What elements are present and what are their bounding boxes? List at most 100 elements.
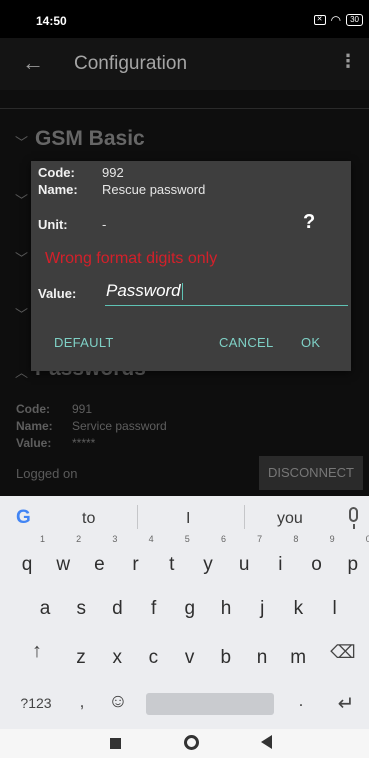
dialog-name-value: Rescue password	[102, 182, 206, 197]
recents-icon[interactable]	[110, 738, 121, 749]
key-r[interactable]: r4	[119, 535, 153, 584]
shift-key-icon[interactable]: ↑	[22, 640, 52, 663]
key-hint: 8	[293, 534, 299, 544]
chevron-down-icon[interactable]: ﹀	[15, 248, 28, 267]
dialog-unit-label: Unit:	[38, 217, 68, 232]
battery-icon: 30	[346, 14, 363, 26]
enter-key-icon[interactable]: ↵	[333, 691, 359, 716]
back-arrow-icon[interactable]: ←	[22, 50, 44, 76]
app-bar: ← Configuration ⋮	[0, 38, 369, 90]
back-icon[interactable]	[261, 735, 272, 749]
emoji-key-icon[interactable]: ☺	[106, 691, 130, 713]
row-code-value: 991	[72, 402, 93, 416]
dialog-code-label: Code:	[38, 165, 75, 180]
key-hint: 9	[329, 534, 335, 544]
key-o[interactable]: o9	[300, 535, 334, 584]
key-g[interactable]: g	[173, 590, 207, 628]
key-c[interactable]: c	[136, 639, 170, 677]
dialog-unit-value: -	[102, 217, 107, 232]
key-hint: 4	[148, 534, 154, 544]
sim-icon: ✕	[313, 15, 326, 25]
row-value-value: *****	[72, 436, 96, 450]
disconnect-button[interactable]: DISCONNECT	[259, 456, 363, 490]
key-j[interactable]: j	[245, 590, 279, 628]
key-f[interactable]: f	[137, 590, 171, 628]
key-i[interactable]: i8	[263, 535, 298, 584]
system-nav-bar	[0, 729, 369, 758]
key-h[interactable]: h	[209, 590, 243, 628]
key-k[interactable]: k	[281, 590, 315, 628]
key-y[interactable]: y6	[191, 535, 226, 584]
help-icon[interactable]: ?	[303, 211, 315, 234]
overflow-menu-icon[interactable]: ⋮	[339, 51, 357, 72]
suggestion-item[interactable]: I	[186, 510, 190, 528]
suggestion-bar: G to I you	[0, 496, 369, 538]
key-z[interactable]: z	[64, 639, 98, 677]
google-icon[interactable]: G	[16, 507, 31, 529]
dialog-code-value: 992	[102, 165, 124, 180]
row-name-value: Service password	[72, 419, 167, 433]
key-u[interactable]: u7	[227, 535, 262, 584]
suggestion-item[interactable]: to	[82, 510, 95, 528]
key-w[interactable]: w2	[46, 535, 81, 584]
edit-value-dialog: Code: 992 Name: Rescue password Unit: - …	[31, 161, 351, 371]
space-bar[interactable]	[146, 693, 274, 715]
value-input[interactable]: Password	[105, 281, 348, 306]
key-d[interactable]: d	[100, 590, 134, 628]
key-t[interactable]: t5	[155, 535, 190, 584]
default-button[interactable]: DEFAULT	[54, 335, 114, 350]
chevron-down-icon[interactable]: ﹀	[15, 190, 28, 209]
row-code: Code: 991	[16, 402, 92, 416]
key-hint: 2	[76, 534, 82, 544]
dialog-name-label: Name:	[38, 182, 78, 197]
chevron-down-icon[interactable]: ﹀	[15, 132, 28, 151]
wifi-icon: ◠	[330, 13, 342, 27]
key-v[interactable]: v	[173, 639, 207, 677]
page-title: Configuration	[74, 53, 188, 74]
key-hint: 7	[257, 534, 263, 544]
key-n[interactable]: n	[245, 639, 279, 677]
cancel-button[interactable]: CANCEL	[219, 335, 274, 350]
key-m[interactable]: m	[281, 639, 315, 677]
key-p[interactable]: p0	[336, 535, 369, 584]
suggestion-item[interactable]: you	[277, 510, 303, 528]
key-hint: 5	[184, 534, 190, 544]
key-e[interactable]: e3	[82, 535, 117, 584]
key-hint: 3	[112, 534, 118, 544]
comma-key[interactable]: ,	[74, 692, 90, 712]
row-value-label: Value:	[16, 436, 52, 450]
home-icon[interactable]	[184, 735, 199, 750]
chevron-up-icon[interactable]: ︿	[15, 362, 28, 381]
status-time: 14:50	[36, 14, 67, 28]
error-message: Wrong format digits only	[45, 250, 218, 267]
row-code-label: Code:	[16, 402, 50, 416]
key-x[interactable]: x	[100, 639, 134, 677]
status-bar: 14:50 ✕ ◠ 30	[0, 0, 369, 38]
ok-button[interactable]: OK	[301, 335, 320, 350]
connection-status: Logged on	[16, 466, 78, 481]
soft-keyboard: G to I you q1w2e3r4t5y6u7i8o9p0 asdfghjk…	[0, 496, 369, 729]
row-value: Value: *****	[16, 436, 95, 450]
microphone-icon[interactable]	[349, 507, 358, 529]
row-name-label: Name:	[16, 419, 53, 433]
key-l[interactable]: l	[318, 590, 352, 628]
key-s[interactable]: s	[64, 590, 98, 628]
key-q[interactable]: q1	[10, 535, 45, 584]
row-name: Name: Service password	[16, 419, 167, 433]
symbols-key[interactable]: ?123	[14, 695, 58, 711]
section-title-gsm-basic[interactable]: GSM Basic	[35, 127, 145, 151]
suggestion-divider	[244, 505, 245, 529]
dialog-value-label: Value:	[38, 286, 77, 301]
value-input-text: Password	[106, 281, 181, 300]
status-icons: ✕ ◠ 30	[313, 13, 363, 27]
period-key[interactable]: .	[293, 691, 309, 711]
key-b[interactable]: b	[209, 639, 243, 677]
divider	[0, 108, 369, 109]
text-cursor	[181, 283, 184, 301]
key-hint: 6	[220, 534, 226, 544]
suggestion-divider	[137, 505, 138, 529]
key-hint: 1	[39, 534, 45, 544]
backspace-key-icon[interactable]: ⌫	[328, 642, 358, 663]
key-a[interactable]: a	[28, 590, 62, 628]
chevron-down-icon[interactable]: ﹀	[15, 304, 28, 323]
